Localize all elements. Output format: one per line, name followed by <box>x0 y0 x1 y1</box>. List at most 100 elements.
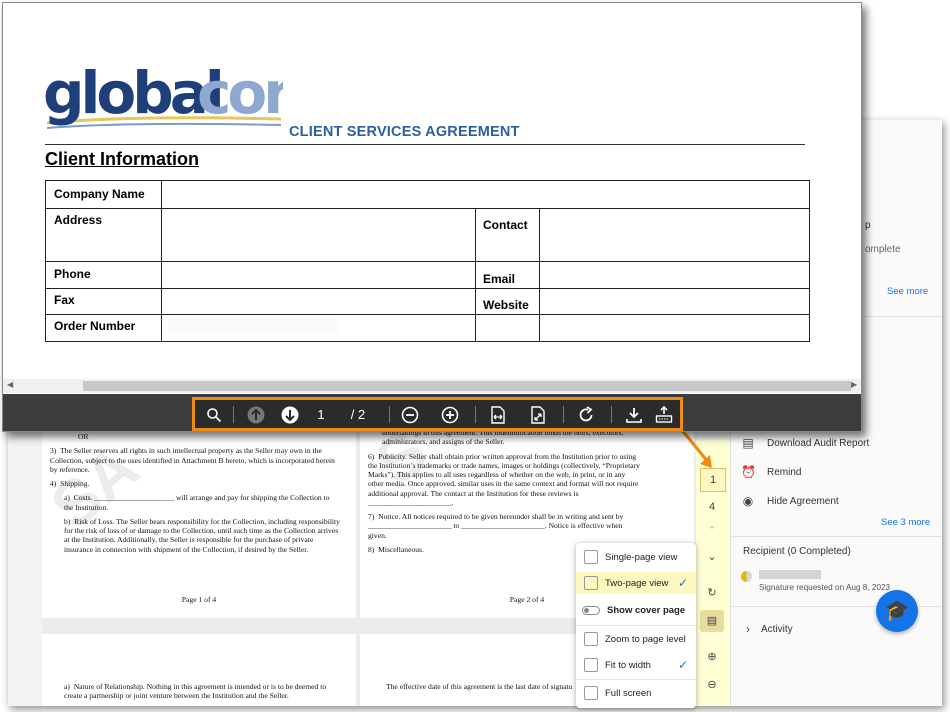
graduation-cap-icon: 🎓 <box>884 600 910 622</box>
current-page-number[interactable]: 1 <box>311 403 331 427</box>
agreement-title: CLIENT SERVICES AGREEMENT <box>289 124 520 140</box>
redacted-order-number <box>168 317 338 335</box>
title-divider <box>45 144 805 145</box>
two-page-view-option[interactable]: Two-page view ✓ <box>576 572 696 594</box>
globalcorp-logo: global corp <box>43 59 283 129</box>
doc-text-item3: 3) The Seller reserves all rights in suc… <box>50 446 335 474</box>
page-view-icon[interactable]: ▤ <box>700 610 724 632</box>
rotate-icon[interactable] <box>575 403 597 427</box>
section-heading: Client Information <box>45 149 199 169</box>
document-page-1: SA OR 3) The Seller reserves all rights … <box>37 428 356 618</box>
doc-text-item4b: b) Risk of Loss. The Seller bears respon… <box>64 516 340 554</box>
signature-status: Signature requested on Aug 8, 2023 <box>759 583 891 592</box>
previous-page-icon[interactable] <box>245 403 267 427</box>
scroll-right-icon[interactable]: ▶ <box>851 380 857 389</box>
activity-label: Activity <box>761 623 793 635</box>
toolbar-separator <box>475 406 476 423</box>
search-icon[interactable] <box>203 403 225 427</box>
recipient-header: Recipient (0 Completed) <box>743 546 851 557</box>
hide-agreement-action[interactable]: ◉ Hide Agreement <box>741 494 839 508</box>
partial-text: p <box>865 220 871 231</box>
full-screen-label: Full screen <box>605 687 652 699</box>
fit-width-icon[interactable] <box>487 403 509 427</box>
fit-to-width-label: Fit to width <box>605 659 651 671</box>
scrollbar-thumb[interactable] <box>83 381 851 391</box>
download-audit-report-action[interactable]: ▤ Download Audit Report <box>741 436 869 450</box>
full-screen-icon <box>584 686 598 700</box>
show-cover-page-toggle[interactable]: Show cover page <box>576 599 696 621</box>
remind-action[interactable]: ⏰ Remind <box>741 465 801 479</box>
doc-text-item4a: a) Costs. _____________________ will arr… <box>64 493 330 512</box>
order-number-label: Order Number <box>54 319 136 333</box>
fit-page-icon[interactable] <box>527 403 549 427</box>
zoom-out-icon[interactable]: ⊖ <box>700 674 724 696</box>
report-icon: ▤ <box>742 436 754 450</box>
see-3-more-link[interactable]: See 3 more <box>881 517 930 528</box>
svg-text:global: global <box>43 59 221 127</box>
menu-divider <box>576 679 696 680</box>
doc-text-or: OR <box>78 432 89 441</box>
toggle-switch[interactable] <box>582 605 600 615</box>
zoom-in-icon[interactable]: ⊕ <box>700 646 724 668</box>
pdf-viewer-window: global corp CLIENT SERVICES AGREEMENT Cl… <box>2 2 862 432</box>
horizontal-scrollbar[interactable]: ◀ ▶ <box>3 379 861 393</box>
page-total: / 2 <box>350 407 366 422</box>
two-page-icon <box>584 576 598 590</box>
zoom-to-page-level-label: Zoom to page level <box>605 633 686 645</box>
zoom-in-icon[interactable] <box>439 403 461 427</box>
single-page-view-label: Single-page view <box>605 551 678 563</box>
toolbar-separator <box>611 406 612 423</box>
two-page-view-label: Two-page view <box>605 577 669 589</box>
table-rule <box>161 181 162 341</box>
chevron-down-icon[interactable]: ⌄ <box>700 546 724 568</box>
print-icon[interactable] <box>653 403 675 427</box>
recipient-name-redacted <box>759 570 821 579</box>
recipient-avatar <box>741 571 752 582</box>
remind-label: Remind <box>767 466 802 478</box>
eye-off-icon: ◉ <box>742 494 754 508</box>
email-label: Email <box>483 272 516 286</box>
doc-text-item4: 4) Shipping. <box>50 479 90 488</box>
hide-agreement-label: Hide Agreement <box>767 495 839 507</box>
zoom-out-icon[interactable] <box>399 403 421 427</box>
see-more-link[interactable]: See more <box>887 286 928 297</box>
page-navigation-rail: 1 4 ⌃ ⌄ ↻ ▤ ⊕ ⊖ <box>696 440 730 706</box>
download-audit-report-label: Download Audit Report <box>767 437 870 449</box>
show-cover-page-label: Show cover page <box>607 604 686 616</box>
company-name-label: Company Name <box>54 187 145 201</box>
phone-label: Phone <box>54 267 91 281</box>
fit-width-icon <box>584 658 598 672</box>
chevron-up-icon[interactable]: ⌃ <box>700 520 724 542</box>
full-screen-option[interactable]: Full screen <box>576 682 696 704</box>
fit-to-width-option[interactable]: Fit to width ✓ <box>576 654 696 676</box>
rotate-icon[interactable]: ↻ <box>700 582 724 604</box>
download-icon[interactable] <box>623 403 645 427</box>
checkmark-icon: ✓ <box>677 658 688 672</box>
fax-label: Fax <box>54 293 75 307</box>
zoom-page-icon <box>584 632 598 646</box>
toolbar-separator <box>233 406 234 423</box>
doc-text-item7: 7) Notice. All notices required to be gi… <box>368 512 624 540</box>
page-footer: Page 1 of 4 <box>181 595 217 604</box>
toolbar-separator <box>563 406 564 423</box>
client-information-table: Company Name Address Contact Phone Email… <box>45 180 810 342</box>
table-rule <box>475 208 476 341</box>
help-learning-button[interactable]: 🎓 <box>876 590 918 632</box>
svg-text:corp: corp <box>197 59 283 127</box>
menu-divider <box>576 625 696 626</box>
single-page-view-option[interactable]: Single-page view <box>576 546 696 568</box>
scroll-left-icon[interactable]: ◀ <box>7 380 13 389</box>
partial-status-text: omplete <box>865 244 901 255</box>
document-page-3: a) Nature of Relationship. Nothing in th… <box>42 634 356 706</box>
zoom-to-page-level-option[interactable]: Zoom to page level <box>576 628 696 650</box>
alarm-clock-icon: ⏰ <box>741 465 756 479</box>
view-options-menu: Single-page view Two-page view ✓ Show co… <box>576 543 696 708</box>
checkmark-icon: ✓ <box>677 576 688 590</box>
table-rule <box>539 208 540 341</box>
next-page-icon[interactable] <box>279 403 301 427</box>
total-pages-indicator: 4 <box>708 501 716 513</box>
chevron-right-icon: › <box>746 622 750 636</box>
activity-section[interactable]: › Activity <box>741 622 793 636</box>
toolbar-separator <box>389 406 390 423</box>
website-label: Website <box>483 298 529 312</box>
